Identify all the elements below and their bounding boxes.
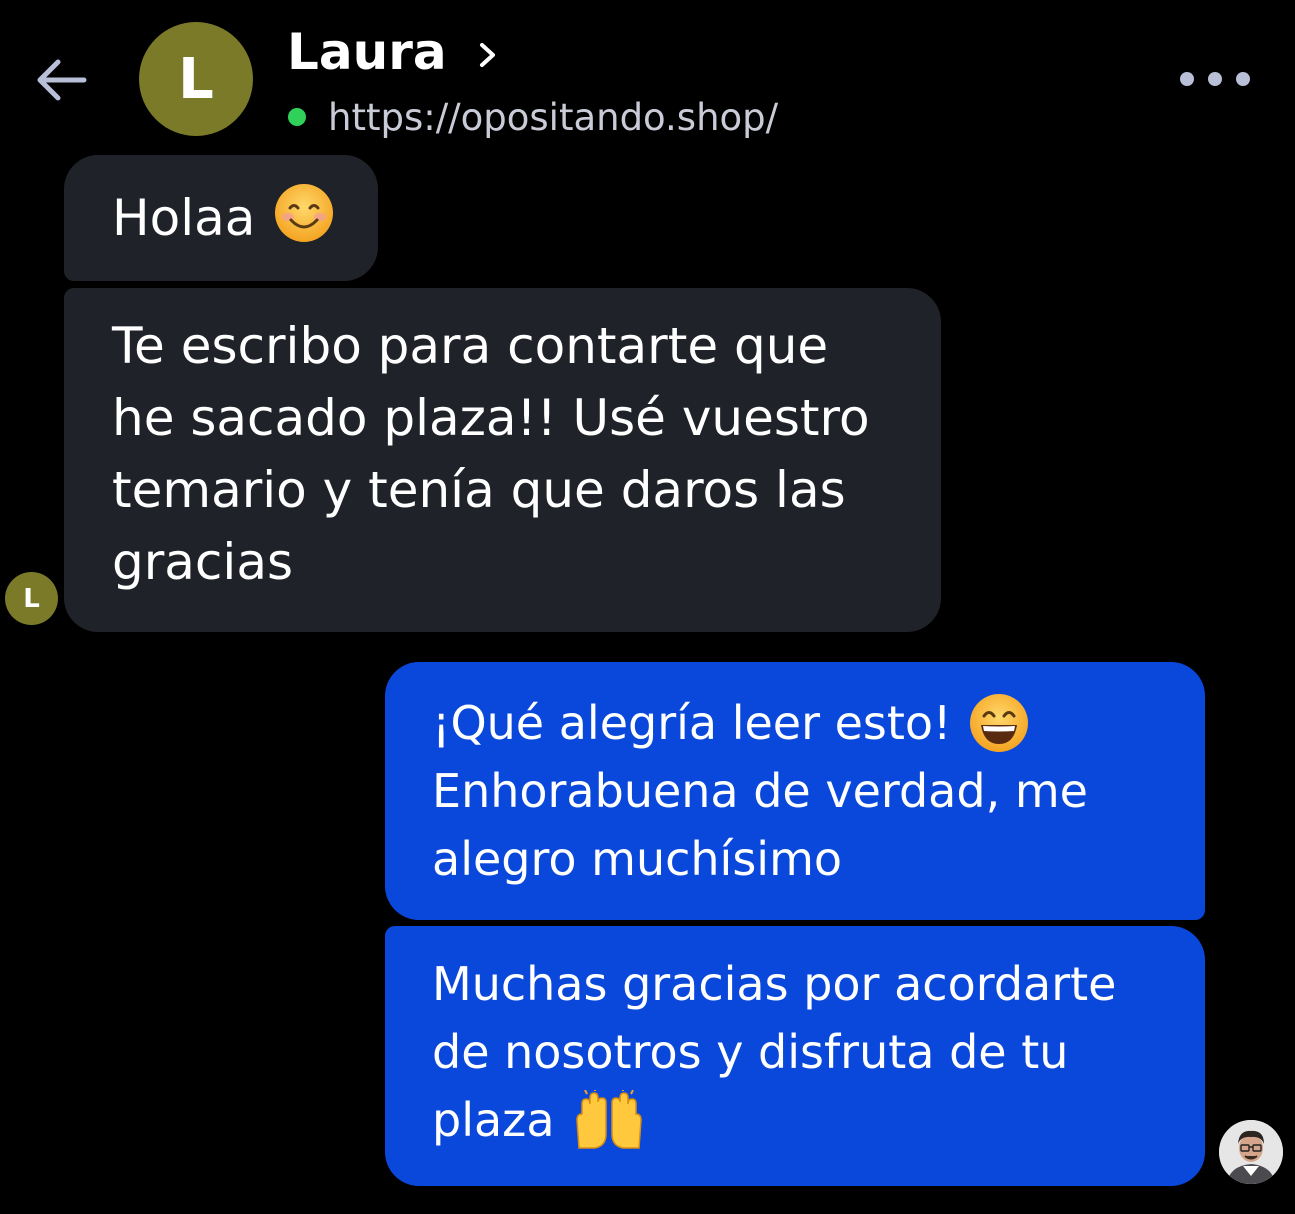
message-text-line: ¡Qué alegría leer esto! [432, 689, 1205, 757]
contact-avatar[interactable]: L [139, 22, 253, 136]
user-photo-avatar [1219, 1120, 1283, 1184]
message-text: plaza [432, 1093, 555, 1147]
message-text-line: plaza [432, 1086, 1205, 1154]
raising-hands-emoji-icon [573, 1090, 645, 1150]
incoming-message-bubble[interactable]: Te escribo para contarte que he sacado p… [64, 288, 941, 632]
message-text-line: Te escribo para contarte que [112, 317, 829, 375]
chevron-right-icon [479, 43, 495, 67]
grinning-face-emoji-icon [968, 692, 1030, 754]
message-text-line: de nosotros y disfruta de tu [432, 1025, 1069, 1079]
online-status-dot [288, 108, 306, 126]
contact-name: Laura [287, 23, 447, 81]
message-text-line: Enhorabuena de verdad, me [432, 764, 1088, 818]
smiling-face-emoji-icon [273, 182, 335, 244]
more-horizontal-icon [1180, 72, 1194, 86]
outgoing-message-bubble[interactable]: Muchas gracias por acordarte de nosotros… [385, 926, 1205, 1186]
message-text-line: temario y tenía que daros las [112, 461, 846, 519]
message-text-line: he sacado plaza!! Usé vuestro [112, 389, 870, 447]
contact-name-button[interactable]: Laura [287, 20, 499, 84]
message-text: Holaa [112, 189, 256, 247]
message-text: ¡Qué alegría leer esto! [432, 696, 952, 750]
outgoing-message-bubble[interactable]: ¡Qué alegría leer esto! Enhorabuena de v… [385, 662, 1205, 920]
contact-url[interactable]: https://opositando.shop/ [328, 96, 778, 139]
incoming-message-bubble[interactable]: Holaa [64, 155, 378, 281]
message-text-line: alegro muchísimo [432, 832, 843, 886]
message-text-line: Muchas gracias por acordarte [432, 957, 1117, 1011]
arrow-left-icon [37, 59, 87, 101]
back-button[interactable] [32, 50, 92, 110]
message-text-line: gracias [112, 533, 294, 591]
contact-avatar-small: L [5, 572, 58, 625]
contact-avatar-small-initial: L [23, 583, 40, 614]
more-options-button[interactable] [1180, 62, 1250, 96]
contact-status: https://opositando.shop/ [288, 94, 778, 140]
contact-avatar-initial: L [178, 46, 214, 112]
